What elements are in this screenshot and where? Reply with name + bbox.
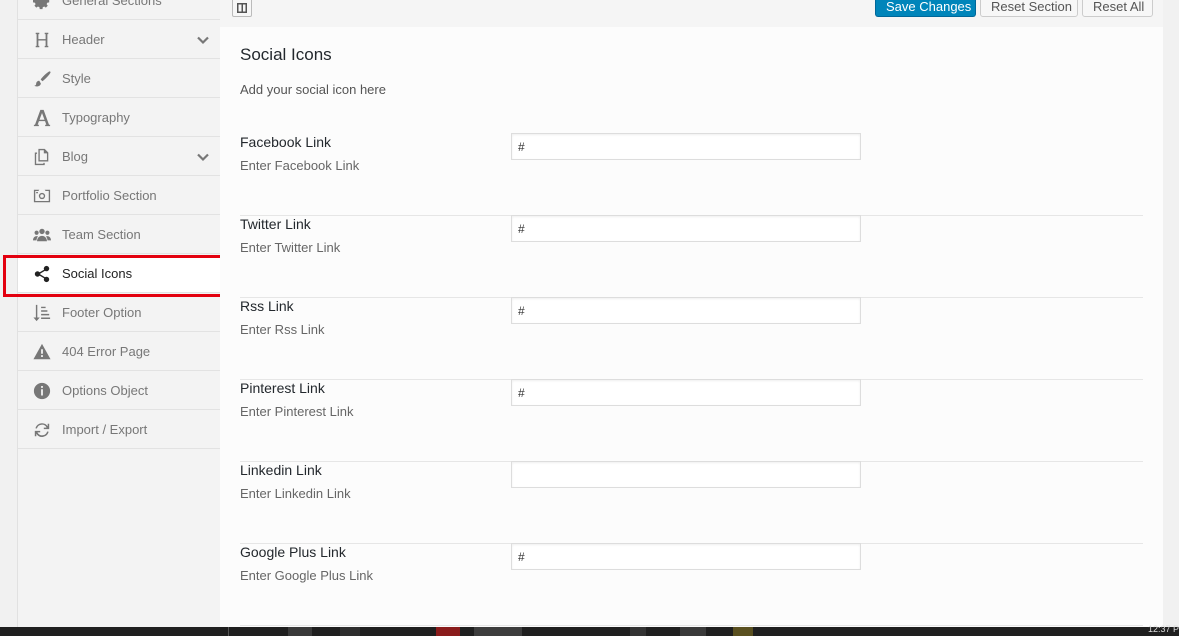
sidebar-item-options-object[interactable]: Options Object xyxy=(18,372,220,410)
options-sidebar: General Sections Header Style Typography… xyxy=(17,0,221,628)
field-label: Facebook Link xyxy=(240,134,332,150)
sidebar-item-label: Options Object xyxy=(62,383,148,398)
linkedin-link-input[interactable] xyxy=(511,461,861,488)
taskbar-divider xyxy=(228,627,229,636)
copy-icon xyxy=(32,147,52,167)
sidebar-item-blog[interactable]: Blog xyxy=(18,138,220,176)
field-google-plus-link: Google Plus Link Enter Google Plus Link xyxy=(240,543,1143,626)
field-label: Google Plus Link xyxy=(240,544,346,560)
reset-all-button[interactable]: Reset All xyxy=(1082,0,1153,17)
taskbar-app-icon[interactable] xyxy=(340,627,360,636)
field-label: Rss Link xyxy=(240,298,294,314)
refresh-icon xyxy=(32,420,52,440)
field-sublabel: Enter Pinterest Link xyxy=(240,404,354,419)
taskbar-app-icon[interactable] xyxy=(436,627,460,636)
header-h-icon xyxy=(32,30,52,50)
field-pinterest-link: Pinterest Link Enter Pinterest Link xyxy=(240,379,1143,462)
sidebar-item-label: Import / Export xyxy=(62,422,148,437)
sort-icon xyxy=(32,303,52,323)
taskbar-clock[interactable]: 12:37 P xyxy=(1148,624,1179,634)
sidebar-item-label: Header xyxy=(62,32,105,47)
sidebar-item-label: General Sections xyxy=(62,0,162,8)
field-sublabel: Enter Twitter Link xyxy=(240,240,341,255)
sidebar-item-style[interactable]: Style xyxy=(18,60,220,98)
field-rss-link: Rss Link Enter Rss Link xyxy=(240,297,1143,380)
sidebar-item-typography[interactable]: Typography xyxy=(18,99,220,137)
section-panel: Social Icons Add your social icon here F… xyxy=(220,27,1163,627)
brush-icon xyxy=(32,69,52,89)
section-description: Add your social icon here xyxy=(240,82,386,97)
sidebar-item-label: Blog xyxy=(62,149,89,164)
twitter-link-input[interactable] xyxy=(511,215,861,242)
section-title: Social Icons xyxy=(240,45,332,64)
os-taskbar: 12:37 P xyxy=(0,624,1179,636)
taskbar-app-icon[interactable] xyxy=(680,627,706,636)
camera-icon xyxy=(32,186,52,206)
taskbar-app-icon[interactable] xyxy=(630,627,646,636)
chevron-down-icon[interactable] xyxy=(196,150,210,164)
field-sublabel: Enter Google Plus Link xyxy=(240,568,373,583)
sidebar-item-label: Typography xyxy=(62,110,130,125)
sidebar-item-team-section[interactable]: Team Section xyxy=(18,216,220,254)
rss-link-input[interactable] xyxy=(511,297,861,324)
options-toolbar: Save Changes Reset Section Reset All xyxy=(220,0,1163,28)
sidebar-item-label: 404 Error Page xyxy=(62,344,151,359)
field-label: Linkedin Link xyxy=(240,462,322,478)
field-label: Pinterest Link xyxy=(240,380,325,396)
warning-icon xyxy=(32,342,52,362)
right-gutter xyxy=(1163,0,1179,627)
sidebar-item-label: Footer Option xyxy=(62,305,142,320)
sidebar-item-404-error-page[interactable]: 404 Error Page xyxy=(18,333,220,371)
group-icon xyxy=(32,225,52,245)
field-sublabel: Enter Rss Link xyxy=(240,322,325,337)
field-linkedin-link: Linkedin Link Enter Linkedin Link xyxy=(240,461,1143,544)
sidebar-item-general-sections[interactable]: General Sections xyxy=(18,0,220,20)
field-facebook-link: Facebook Link Enter Facebook Link xyxy=(240,133,1143,216)
facebook-link-input[interactable] xyxy=(511,133,861,160)
sidebar-item-footer-option[interactable]: Footer Option xyxy=(18,294,220,332)
reset-section-button[interactable]: Reset Section xyxy=(980,0,1078,17)
sidebar-item-portfolio-section[interactable]: Portfolio Section xyxy=(18,177,220,215)
gear-icon xyxy=(32,0,52,11)
taskbar-app-icon[interactable] xyxy=(733,627,753,636)
save-changes-button[interactable]: Save Changes xyxy=(875,0,976,17)
field-sublabel: Enter Linkedin Link xyxy=(240,486,351,501)
info-icon xyxy=(32,381,52,401)
google-plus-link-input[interactable] xyxy=(511,543,861,570)
taskbar-app-active[interactable] xyxy=(474,627,522,636)
active-item-highlight xyxy=(3,255,223,297)
font-a-icon xyxy=(32,108,52,128)
taskbar-app-icon[interactable] xyxy=(288,627,312,636)
expand-options-icon[interactable] xyxy=(232,0,252,17)
sidebar-item-import-export[interactable]: Import / Export xyxy=(18,411,220,449)
sidebar-item-label: Portfolio Section xyxy=(62,188,157,203)
sidebar-item-label: Style xyxy=(62,71,91,86)
field-twitter-link: Twitter Link Enter Twitter Link xyxy=(240,215,1143,298)
field-sublabel: Enter Facebook Link xyxy=(240,158,360,173)
field-label: Twitter Link xyxy=(240,216,311,232)
sidebar-item-header[interactable]: Header xyxy=(18,21,220,59)
sidebar-item-label: Team Section xyxy=(62,227,141,242)
pinterest-link-input[interactable] xyxy=(511,379,861,406)
chevron-down-icon[interactable] xyxy=(196,33,210,47)
